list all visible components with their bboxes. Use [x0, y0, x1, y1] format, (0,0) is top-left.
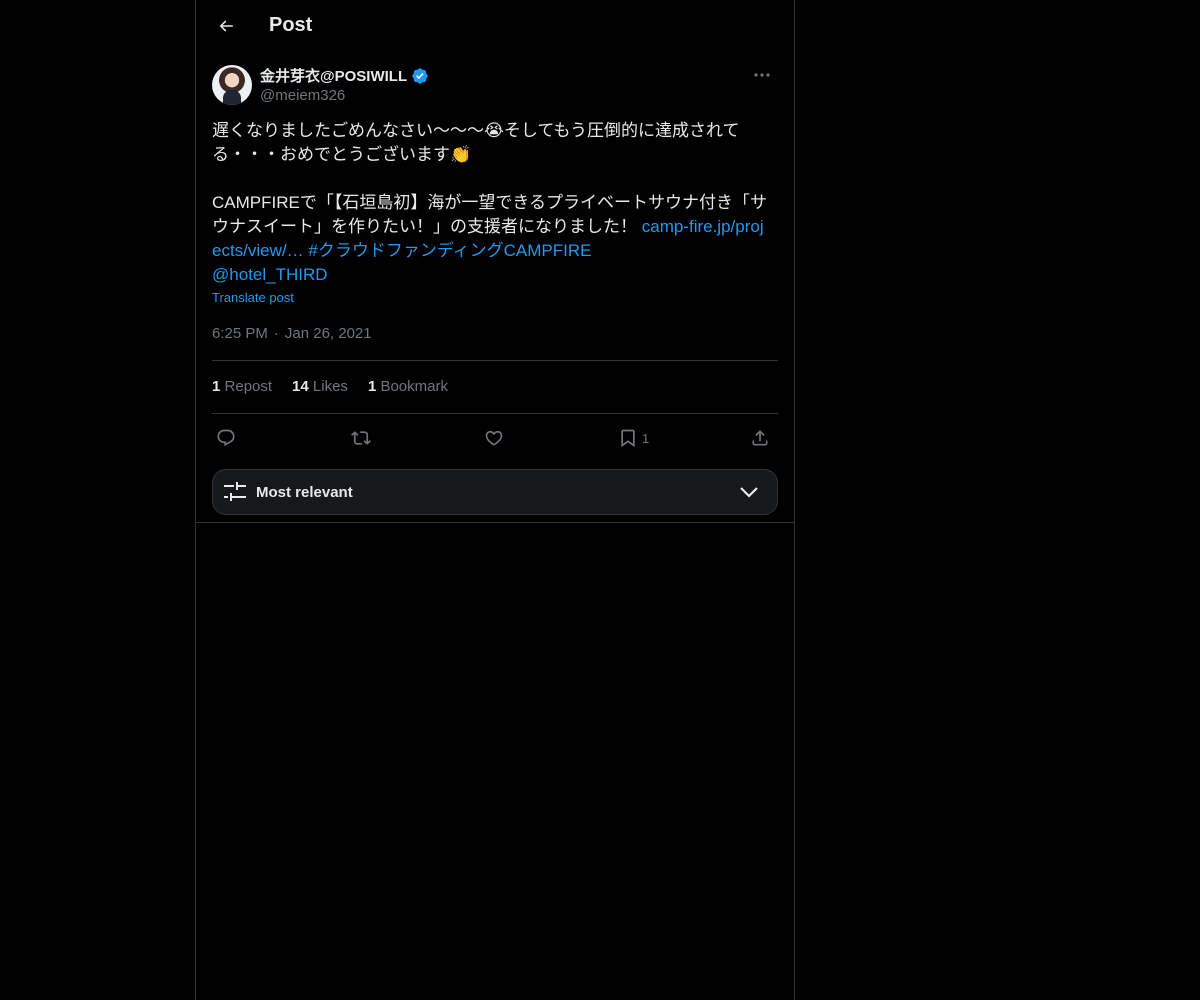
- bookmark-icon: [621, 429, 635, 448]
- repost-button[interactable]: [350, 422, 372, 454]
- author-handle[interactable]: @meiem326: [260, 87, 345, 104]
- author-name-text: 金井芽衣@POSIWILL: [260, 68, 408, 85]
- share-button[interactable]: [750, 422, 770, 454]
- more-options-button[interactable]: [746, 64, 778, 86]
- divider: [212, 413, 778, 414]
- back-button[interactable]: [208, 8, 244, 44]
- post-time: 6:25 PM: [212, 325, 268, 342]
- main-column: Post 金井芽衣@POSIWILL @meiem326 遅くなりましたごめんな…: [195, 0, 795, 1000]
- share-icon: [752, 430, 768, 446]
- replies-sort-dropdown[interactable]: Most relevant: [212, 469, 778, 515]
- chevron-down-icon: [740, 487, 758, 498]
- more-dots-icon: [754, 73, 770, 77]
- likes-stat[interactable]: 14 Likes: [292, 378, 348, 395]
- hashtag-link[interactable]: #クラウドファンディングCAMPFIRE: [308, 241, 591, 260]
- sliders-icon: [224, 482, 246, 501]
- page-title: Post: [269, 14, 313, 36]
- reply-button[interactable]: [216, 422, 236, 454]
- like-button[interactable]: [484, 422, 504, 454]
- heart-icon: [485, 430, 503, 446]
- timestamp-separator: ·: [273, 325, 279, 342]
- arrow-left-icon: [219, 20, 233, 32]
- divider: [212, 360, 778, 361]
- post-text: 遅くなりましたごめんなさい〜〜〜😭そしてもう圧倒的に達成されてる・・・おめでとう…: [212, 119, 772, 287]
- post-timestamp[interactable]: 6:25 PM · Jan 26, 2021: [212, 325, 372, 342]
- reposts-stat[interactable]: 1 Repost: [212, 378, 272, 395]
- reply-icon: [217, 429, 235, 447]
- action-bar: 1: [212, 422, 778, 454]
- post-date: Jan 26, 2021: [284, 325, 372, 342]
- engagement-stats: 1 Repost 14 Likes 1 Bookmark: [212, 378, 448, 395]
- repost-icon: [351, 431, 371, 445]
- bookmark-count: 1: [642, 430, 650, 446]
- avatar[interactable]: [212, 65, 252, 105]
- verified-badge-icon: [412, 67, 428, 84]
- section-divider: [196, 522, 794, 523]
- reposts-label: Repost: [224, 378, 273, 395]
- bookmarks-count: 1: [367, 378, 377, 395]
- mention-link[interactable]: @hotel_THIRD: [212, 265, 328, 284]
- post-header: Post: [196, 0, 794, 53]
- translate-post-link[interactable]: Translate post: [212, 290, 294, 305]
- likes-count: 14: [292, 378, 309, 395]
- bookmark-button[interactable]: 1: [618, 422, 649, 454]
- likes-label: Likes: [312, 378, 348, 395]
- bookmarks-label: Bookmark: [380, 378, 448, 395]
- sort-label: Most relevant: [256, 484, 353, 501]
- author-display-name[interactable]: 金井芽衣@POSIWILL: [260, 65, 429, 86]
- reposts-count: 1: [212, 378, 221, 395]
- avatar-figure: [223, 90, 241, 105]
- bookmarks-stat[interactable]: 1 Bookmark: [368, 378, 448, 395]
